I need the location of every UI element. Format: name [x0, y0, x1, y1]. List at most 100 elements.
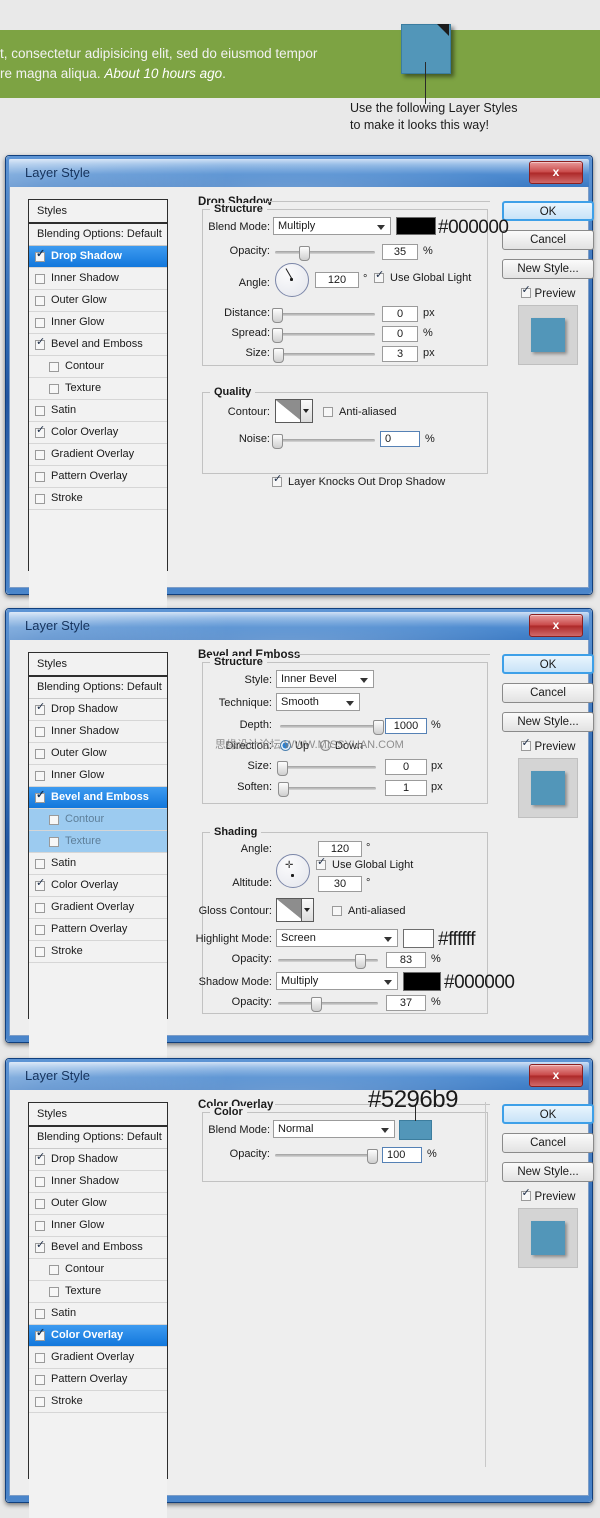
style-checkbox-texture[interactable]: [49, 836, 59, 847]
bevel-size-slider-knob[interactable]: [277, 761, 288, 776]
highlight-color-swatch[interactable]: [403, 929, 434, 948]
ok-button[interactable]: OK: [502, 1104, 594, 1124]
size-slider-track[interactable]: [275, 353, 375, 356]
style-list-item-bevel-and-emboss[interactable]: Bevel and Emboss: [29, 1237, 167, 1259]
bevel-size-input[interactable]: 0: [385, 759, 427, 775]
style-list-item-texture[interactable]: Texture: [29, 1281, 167, 1303]
style-checkbox-pattern-overlay[interactable]: [35, 924, 45, 935]
style-checkbox-inner-shadow[interactable]: [35, 726, 45, 737]
style-checkbox-drop-shadow[interactable]: [35, 701, 45, 715]
new-style-button[interactable]: New Style...: [502, 259, 594, 279]
noise-slider-track[interactable]: [275, 439, 375, 442]
shadow-color-swatch[interactable]: [403, 972, 441, 991]
shadow-color-swatch[interactable]: [396, 217, 436, 235]
highlight-opacity-input[interactable]: 83: [386, 952, 426, 968]
style-checkbox-contour[interactable]: [49, 814, 59, 825]
style-checkbox-stroke[interactable]: [35, 1396, 45, 1407]
dialog1-titlebar[interactable]: Layer Style x: [9, 159, 589, 187]
knockout-toggle[interactable]: Layer Knocks Out Drop Shadow: [272, 473, 445, 488]
opacity-input[interactable]: 35: [382, 244, 418, 260]
style-checkbox-satin[interactable]: [35, 405, 45, 416]
dialog3-close-button[interactable]: x: [529, 1064, 583, 1087]
style-list-item-drop-shadow[interactable]: Drop Shadow: [29, 1149, 167, 1171]
style-list-item-color-overlay[interactable]: Color Overlay: [29, 875, 167, 897]
style-list-item-satin[interactable]: Satin: [29, 1303, 167, 1325]
gloss-anti-aliased-checkbox[interactable]: [332, 906, 342, 916]
overlay-opacity-slider-knob[interactable]: [367, 1149, 378, 1164]
style-checkbox-gradient-overlay[interactable]: [35, 1352, 45, 1363]
style-checkbox-inner-glow[interactable]: [35, 1220, 45, 1231]
bevel-style-select[interactable]: Inner Bevel: [276, 670, 374, 688]
style-list-item-satin[interactable]: Satin: [29, 400, 167, 422]
depth-input[interactable]: 1000: [385, 718, 427, 734]
style-checkbox-bevel-and-emboss[interactable]: [35, 789, 45, 803]
contour-preset-picker[interactable]: [275, 399, 313, 423]
soften-slider-track[interactable]: [280, 787, 376, 790]
preview-checkbox[interactable]: [520, 737, 531, 751]
style-list-item-color-overlay[interactable]: Color Overlay: [29, 1325, 167, 1347]
highlight-mode-select[interactable]: Screen: [276, 929, 398, 947]
soften-slider-knob[interactable]: [278, 782, 289, 797]
style-checkbox-color-overlay[interactable]: [35, 424, 45, 438]
highlight-opacity-slider-knob[interactable]: [355, 954, 366, 969]
style-list-item-gradient-overlay[interactable]: Gradient Overlay: [29, 1347, 167, 1369]
opacity-slider-knob[interactable]: [299, 246, 310, 261]
shading-angle-dial[interactable]: ✛: [276, 854, 310, 888]
style-list-item-pattern-overlay[interactable]: Pattern Overlay: [29, 1369, 167, 1391]
style-list-item-texture[interactable]: Texture: [29, 831, 167, 853]
style-checkbox-stroke[interactable]: [35, 493, 45, 504]
blend-mode-select[interactable]: Multiply: [273, 217, 391, 235]
style-checkbox-color-overlay[interactable]: [35, 877, 45, 891]
distance-slider-knob[interactable]: [272, 308, 283, 323]
technique-select[interactable]: Smooth: [276, 693, 360, 711]
use-global-light-toggle[interactable]: Use Global Light: [374, 269, 471, 284]
style-list-item-inner-shadow[interactable]: Inner Shadow: [29, 268, 167, 290]
preview-toggle[interactable]: Preview: [502, 1187, 594, 1203]
style-list-item-contour[interactable]: Contour: [29, 809, 167, 831]
preview-checkbox[interactable]: [520, 284, 531, 298]
cancel-button[interactable]: Cancel: [502, 683, 594, 703]
noise-slider-knob[interactable]: [272, 434, 283, 449]
style-list-item-stroke[interactable]: Stroke: [29, 1391, 167, 1413]
shadow-opacity-slider-knob[interactable]: [311, 997, 322, 1012]
spread-input[interactable]: 0: [382, 326, 418, 342]
style-list-item-inner-glow[interactable]: Inner Glow: [29, 765, 167, 787]
style-checkbox-gradient-overlay[interactable]: [35, 902, 45, 913]
style-checkbox-outer-glow[interactable]: [35, 295, 45, 306]
ok-button[interactable]: OK: [502, 654, 594, 674]
distance-slider-track[interactable]: [275, 313, 375, 316]
spread-slider-track[interactable]: [275, 333, 375, 336]
noise-input[interactable]: 0: [380, 431, 420, 447]
style-list-item-gradient-overlay[interactable]: Gradient Overlay: [29, 897, 167, 919]
cancel-button[interactable]: Cancel: [502, 1133, 594, 1153]
style-list-item-pattern-overlay[interactable]: Pattern Overlay: [29, 919, 167, 941]
preview-checkbox[interactable]: [520, 1187, 531, 1201]
gloss-contour-picker[interactable]: [276, 898, 314, 922]
style-checkbox-satin[interactable]: [35, 1308, 45, 1319]
opacity-slider-track[interactable]: [275, 251, 375, 254]
size-slider-knob[interactable]: [273, 348, 284, 363]
bevel-size-slider-track[interactable]: [280, 766, 376, 769]
blending-options-row[interactable]: Blending Options: Default: [29, 224, 167, 246]
style-checkbox-contour[interactable]: [49, 361, 59, 372]
style-checkbox-outer-glow[interactable]: [35, 1198, 45, 1209]
shading-use-global-light-toggle[interactable]: Use Global Light: [316, 856, 413, 871]
dialog3-titlebar[interactable]: Layer Style x: [9, 1062, 589, 1090]
preview-toggle[interactable]: Preview: [502, 737, 594, 753]
style-list-item-inner-shadow[interactable]: Inner Shadow: [29, 721, 167, 743]
overlay-opacity-input[interactable]: 100: [382, 1147, 422, 1163]
new-style-button[interactable]: New Style...: [502, 1162, 594, 1182]
style-list-item-texture[interactable]: Texture: [29, 378, 167, 400]
blending-options-row[interactable]: Blending Options: Default: [29, 1127, 167, 1149]
style-list-item-bevel-and-emboss[interactable]: Bevel and Emboss: [29, 787, 167, 809]
style-list-item-contour[interactable]: Contour: [29, 356, 167, 378]
preview-toggle[interactable]: Preview: [502, 284, 594, 300]
style-list-item-inner-glow[interactable]: Inner Glow: [29, 1215, 167, 1237]
style-checkbox-drop-shadow[interactable]: [35, 1151, 45, 1165]
shading-use-global-light-checkbox[interactable]: [316, 856, 326, 870]
style-checkbox-texture[interactable]: [49, 383, 59, 394]
style-list-item-bevel-and-emboss[interactable]: Bevel and Emboss: [29, 334, 167, 356]
style-list-item-satin[interactable]: Satin: [29, 853, 167, 875]
style-checkbox-color-overlay[interactable]: [35, 1327, 45, 1341]
dialog1-close-button[interactable]: x: [529, 161, 583, 184]
